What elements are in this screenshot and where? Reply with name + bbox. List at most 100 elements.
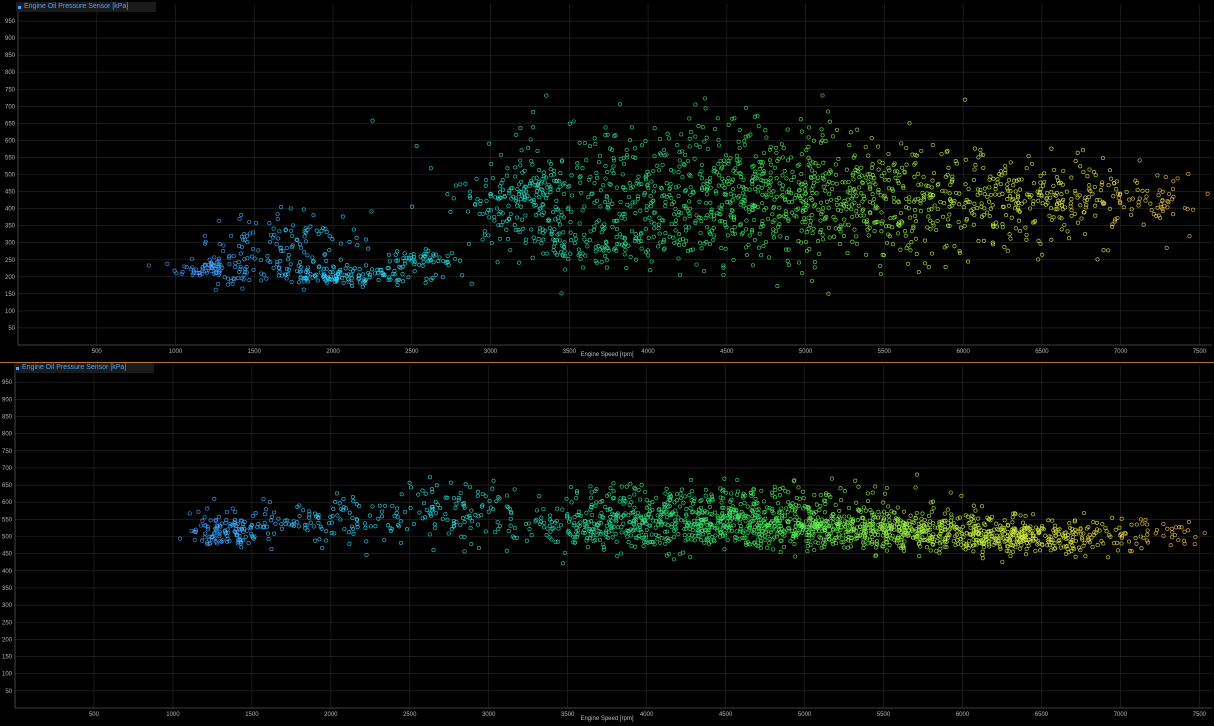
data-point: [354, 235, 359, 240]
data-point: [611, 164, 616, 169]
data-point: [341, 496, 346, 502]
data-point: [876, 509, 881, 514]
data-point: [584, 158, 589, 163]
data-point: [821, 160, 826, 165]
data-point: [752, 171, 757, 176]
data-point: [1031, 181, 1036, 186]
data-point: [1134, 541, 1139, 546]
data-point: [990, 203, 995, 208]
data-point: [462, 549, 467, 554]
data-point: [856, 203, 861, 208]
data-point: [515, 186, 520, 192]
data-point: [952, 244, 957, 249]
data-point: [619, 530, 624, 535]
data-point: [708, 185, 713, 190]
data-point: [305, 253, 310, 258]
data-point: [639, 246, 644, 251]
data-point: [926, 513, 932, 518]
data-point: [816, 163, 821, 169]
data-point: [486, 233, 491, 238]
data-point: [1148, 201, 1153, 206]
data-point: [512, 223, 517, 228]
data-point: [655, 244, 661, 249]
data-point: [1079, 216, 1084, 221]
data-point: [463, 482, 468, 487]
data-point: [548, 167, 553, 172]
data-point: [756, 510, 761, 515]
data-point: [619, 484, 624, 489]
data-point: [221, 249, 226, 254]
data-point: [529, 158, 534, 163]
data-point: [542, 180, 547, 185]
data-point: [1136, 203, 1141, 208]
bottom-legend[interactable]: Engine Oil Pressure Sensor [kPa]: [14, 363, 154, 373]
y-tick-label: 150: [2, 655, 13, 661]
data-point: [722, 161, 727, 167]
data-point: [874, 539, 880, 544]
data-point: [1104, 529, 1109, 534]
data-point: [914, 472, 920, 477]
data-point: [423, 280, 428, 285]
data-point: [324, 529, 329, 534]
data-point: [369, 209, 374, 214]
data-point: [233, 261, 238, 266]
data-point: [437, 255, 442, 260]
data-point: [448, 480, 453, 485]
data-point: [592, 180, 597, 186]
data-point: [622, 216, 627, 221]
data-point: [1101, 248, 1106, 253]
data-point: [558, 522, 563, 528]
data-point: [1182, 529, 1187, 534]
data-point: [1078, 531, 1084, 536]
data-point: [1078, 164, 1083, 169]
data-point: [827, 235, 832, 240]
data-point: [747, 233, 752, 238]
data-point: [1031, 512, 1036, 517]
data-point: [784, 236, 789, 241]
data-point: [423, 247, 428, 252]
data-point: [694, 213, 699, 218]
data-point: [947, 212, 952, 217]
data-point: [717, 173, 722, 178]
data-point: [928, 548, 933, 553]
data-point: [398, 519, 403, 524]
y-tick-label: 550: [5, 155, 16, 161]
data-point: [220, 265, 225, 270]
data-point: [545, 192, 550, 197]
data-point: [1008, 553, 1013, 559]
data-point: [918, 209, 923, 214]
data-point: [367, 513, 372, 518]
data-point: [947, 191, 952, 196]
data-point: [822, 510, 827, 515]
y-tick-label: 150: [5, 292, 16, 298]
data-point: [569, 173, 574, 178]
data-point: [699, 246, 704, 251]
data-point: [414, 143, 419, 149]
data-point: [563, 267, 568, 272]
top-x-axis-label: Engine Speed [rpm]: [580, 352, 634, 358]
data-point: [265, 254, 270, 259]
data-point: [1166, 200, 1171, 205]
data-point: [562, 550, 567, 555]
data-point: [710, 535, 715, 540]
data-point: [276, 236, 281, 241]
data-point: [852, 227, 857, 232]
data-point: [898, 210, 903, 216]
top-legend[interactable]: Engine Oil Pressure Sensor [kPa]: [16, 2, 156, 12]
data-point: [965, 259, 971, 264]
y-tick-label: 100: [2, 672, 13, 678]
data-point: [678, 496, 684, 501]
data-point: [1045, 191, 1050, 196]
data-point: [924, 183, 929, 188]
data-point: [750, 505, 755, 510]
data-point: [733, 166, 738, 171]
data-point: [348, 266, 353, 272]
data-point: [619, 524, 624, 530]
data-point: [741, 530, 746, 535]
data-point: [687, 116, 692, 121]
data-point: [851, 177, 856, 182]
data-point: [576, 247, 581, 252]
data-point: [793, 554, 798, 559]
data-point: [842, 514, 847, 519]
data-point: [718, 158, 723, 164]
